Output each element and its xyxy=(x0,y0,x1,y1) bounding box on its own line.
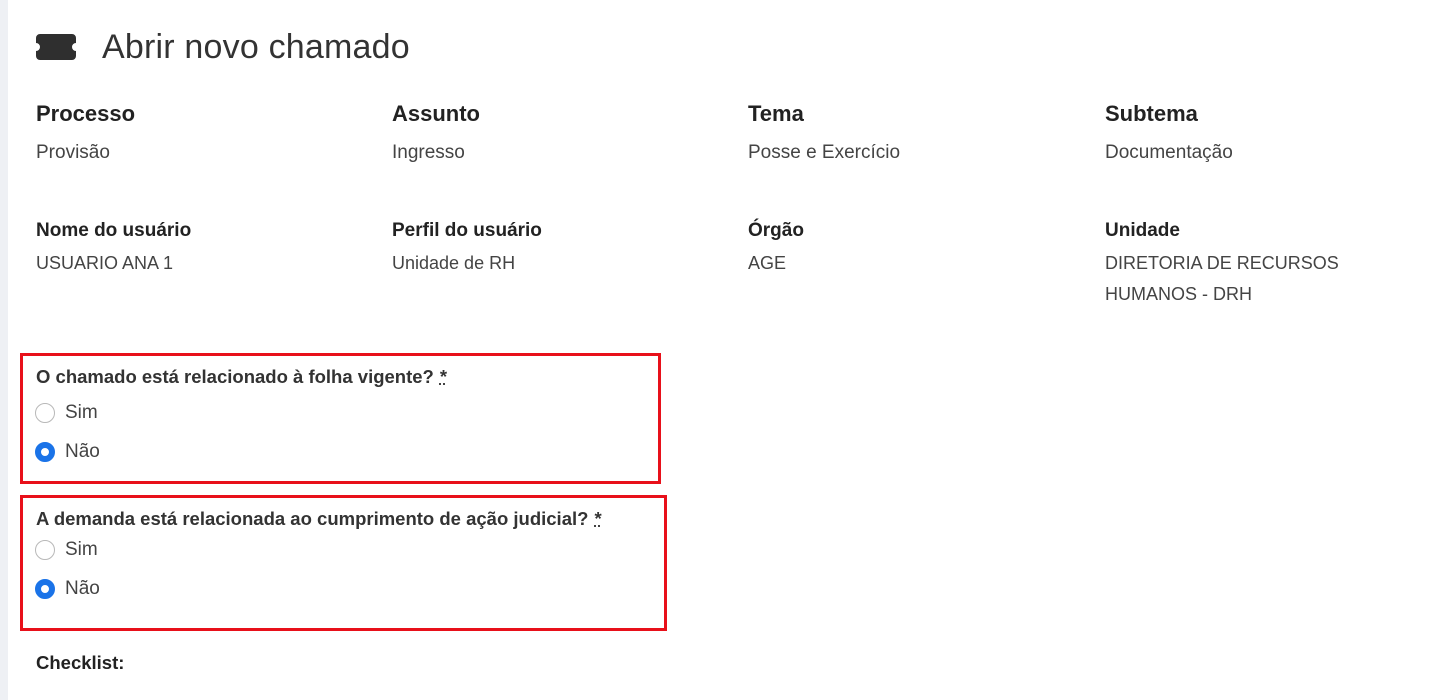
page-title: Abrir novo chamado xyxy=(102,27,410,66)
field-nome-usuario: Nome do usuário USUARIO ANA 1 xyxy=(36,220,356,279)
field-value: Documentação xyxy=(1105,142,1233,163)
option-label: Sim xyxy=(65,402,98,423)
field-value: USUARIO ANA 1 xyxy=(36,253,174,273)
required-mark: * xyxy=(439,366,448,387)
required-mark: * xyxy=(594,508,602,529)
question-text: A demanda está relacionada ao cumpriment… xyxy=(36,508,589,529)
field-value: Unidade de RH xyxy=(392,253,516,273)
page-header: Abrir novo chamado xyxy=(36,26,410,68)
ticket-icon xyxy=(36,26,76,68)
option-label: Não xyxy=(65,578,100,599)
field-label: Processo xyxy=(36,101,136,126)
field-assunto: Assunto Ingresso xyxy=(392,101,712,165)
option-nao[interactable]: Não xyxy=(35,578,100,600)
option-sim[interactable]: Sim xyxy=(35,402,98,424)
question-label: O chamado está relacionado à folha vigen… xyxy=(36,366,447,388)
question-acao-judicial: A demanda está relacionada ao cumpriment… xyxy=(20,495,667,631)
field-label: Tema xyxy=(748,101,804,126)
field-label: Assunto xyxy=(392,101,480,126)
field-value: Provisão xyxy=(36,142,110,163)
field-label: Unidade xyxy=(1105,220,1180,241)
question-label: A demanda está relacionada ao cumpriment… xyxy=(36,508,602,530)
field-processo: Processo Provisão xyxy=(36,101,356,165)
radio-checked-icon[interactable] xyxy=(35,579,55,599)
field-label: Nome do usuário xyxy=(36,220,192,241)
radio-checked-icon[interactable] xyxy=(35,442,55,462)
question-folha-vigente: O chamado está relacionado à folha vigen… xyxy=(20,353,661,484)
field-unidade: Unidade DIRETORIA DE RECURSOS HUMANOS - … xyxy=(1105,220,1405,310)
field-label: Órgão xyxy=(748,220,804,241)
field-value: Posse e Exercício xyxy=(748,142,901,163)
option-label: Sim xyxy=(65,539,98,560)
field-label: Subtema xyxy=(1105,101,1198,126)
checklist-heading: Checklist: xyxy=(36,652,125,673)
left-edge-strip xyxy=(0,0,8,700)
field-orgao: Órgão AGE xyxy=(748,220,1068,279)
field-value: Ingresso xyxy=(392,142,465,163)
field-tema: Tema Posse e Exercício xyxy=(748,101,1068,165)
option-sim[interactable]: Sim xyxy=(35,539,98,561)
radio-unchecked-icon[interactable] xyxy=(35,540,55,560)
field-subtema: Subtema Documentação xyxy=(1105,101,1425,165)
field-label: Perfil do usuário xyxy=(392,220,542,241)
radio-unchecked-icon[interactable] xyxy=(35,403,55,423)
field-value: DIRETORIA DE RECURSOS HUMANOS - DRH xyxy=(1105,253,1339,304)
field-perfil-usuario: Perfil do usuário Unidade de RH xyxy=(392,220,712,279)
field-value: AGE xyxy=(748,253,787,273)
option-nao[interactable]: Não xyxy=(35,441,100,463)
question-text: O chamado está relacionado à folha vigen… xyxy=(36,366,434,387)
option-label: Não xyxy=(65,441,100,462)
